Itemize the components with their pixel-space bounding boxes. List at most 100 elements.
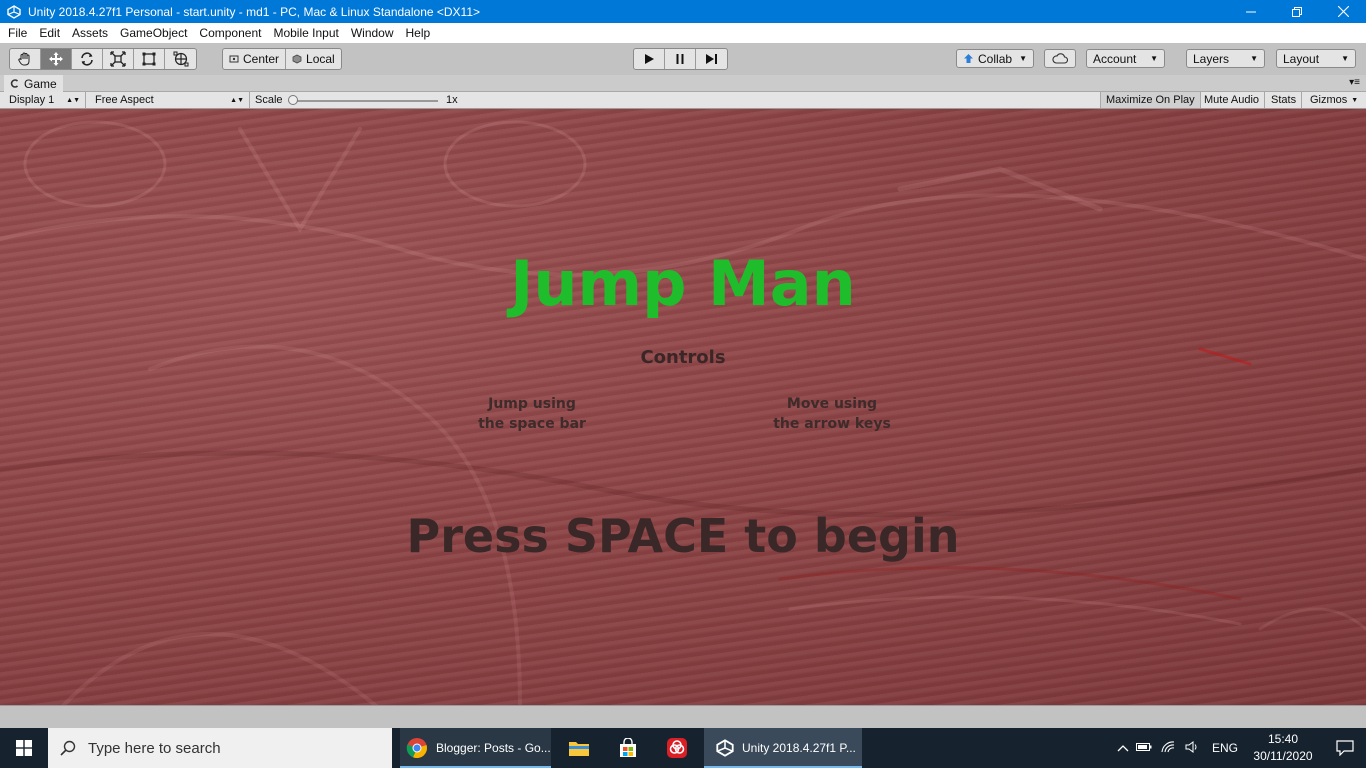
collab-dropdown[interactable]: Collab ▼	[956, 49, 1034, 68]
status-bar	[0, 705, 1366, 728]
menu-gameobject[interactable]: GameObject	[114, 23, 193, 43]
transform-combined-icon	[173, 51, 188, 67]
aspect-label: Free Aspect	[95, 94, 154, 106]
tab-menu-icon[interactable]: ▾≡	[1349, 77, 1360, 88]
maximize-on-play-label: Maximize On Play	[1106, 94, 1195, 106]
account-dropdown[interactable]: Account ▼	[1086, 49, 1165, 68]
store-bag-icon	[620, 738, 636, 757]
battery-icon[interactable]	[1132, 741, 1156, 755]
game-view-toolbar: Display 1 ▲▼ Free Aspect ▲▼ Scale 1x Max…	[0, 92, 1366, 109]
unity-logo-icon	[6, 4, 22, 20]
taskbar-search-box[interactable]: Type here to search	[48, 728, 392, 768]
chevron-down-icon: ▼	[1351, 96, 1359, 104]
layout-label: Layout	[1283, 51, 1320, 66]
background-texture-image	[0, 120, 1366, 705]
taskbar-app-creative-cloud[interactable]	[654, 728, 700, 768]
start-button[interactable]	[0, 728, 48, 768]
move-tool-button[interactable]	[41, 49, 72, 69]
game-view-icon	[10, 79, 19, 88]
close-button[interactable]	[1320, 0, 1366, 23]
jump-hint: Jump using the space bar	[462, 394, 602, 434]
pivot-center-icon	[229, 55, 239, 63]
menu-mobile-input[interactable]: Mobile Input	[267, 23, 344, 43]
window-controls	[1228, 0, 1366, 23]
gizmos-label: Gizmos	[1310, 94, 1348, 106]
layers-dropdown[interactable]: Layers ▼	[1186, 49, 1265, 68]
menu-window[interactable]: Window	[345, 23, 400, 43]
scale-slider-handle[interactable]	[288, 95, 298, 105]
chevron-up-icon[interactable]	[1114, 741, 1132, 755]
cloud-icon	[1052, 53, 1068, 64]
account-label: Account	[1093, 51, 1137, 66]
taskbar-app-unity[interactable]: Unity 2018.4.27f1 P...	[704, 728, 862, 768]
transform-tool-button[interactable]	[165, 49, 196, 69]
playback-controls	[633, 48, 728, 70]
menu-edit[interactable]: Edit	[33, 23, 66, 43]
local-cube-icon	[292, 54, 302, 64]
scale-tool-button[interactable]	[103, 49, 134, 69]
restore-icon	[1292, 6, 1302, 17]
layers-label: Layers	[1193, 51, 1230, 66]
display-label: Display 1	[9, 94, 55, 106]
stats-label: Stats	[1271, 94, 1297, 106]
updown-arrow-icon: ▲▼	[66, 96, 80, 104]
tab-game[interactable]: Game	[4, 75, 63, 92]
restore-button[interactable]	[1274, 0, 1320, 23]
controls-heading: Controls	[640, 347, 726, 368]
windows-taskbar: Type here to search Blogger: Posts - Go.…	[0, 728, 1366, 768]
pivot-center-button[interactable]: Center	[223, 49, 287, 69]
hand-tool-button[interactable]	[10, 49, 41, 69]
menu-help[interactable]: Help	[400, 23, 437, 43]
gizmos-dropdown[interactable]: Gizmos ▼	[1305, 92, 1362, 108]
language-indicator[interactable]: ENG	[1212, 741, 1238, 755]
rotate-tool-button[interactable]	[72, 49, 103, 69]
mute-audio-toggle[interactable]: Mute Audio	[1199, 92, 1266, 108]
pivot-local-button[interactable]: Local	[286, 49, 341, 69]
play-button[interactable]	[634, 49, 665, 69]
cloud-services-button[interactable]	[1044, 49, 1076, 68]
display-dropdown[interactable]: Display 1 ▲▼	[4, 92, 86, 108]
pause-icon	[676, 54, 684, 64]
stats-toggle[interactable]: Stats	[1266, 92, 1303, 108]
play-icon	[645, 54, 654, 64]
maximize-on-play-toggle[interactable]: Maximize On Play	[1100, 92, 1201, 108]
taskbar-app-store[interactable]	[605, 728, 651, 768]
move-hint: Move using the arrow keys	[758, 394, 906, 434]
taskbar-app-chrome[interactable]: Blogger: Posts - Go...	[400, 728, 551, 768]
unity-task-label: Unity 2018.4.27f1 P...	[742, 741, 856, 755]
move-arrows-icon	[49, 52, 63, 66]
updown-arrow-icon: ▲▼	[230, 96, 244, 104]
unity-logo-icon	[716, 739, 734, 757]
layout-dropdown[interactable]: Layout ▼	[1276, 49, 1356, 68]
chevron-down-icon: ▼	[1019, 54, 1027, 63]
pivot-local-label: Local	[306, 52, 335, 66]
chevron-down-icon: ▼	[1341, 54, 1349, 63]
scale-label: Scale	[255, 94, 283, 106]
scale-icon	[110, 51, 126, 67]
taskbar-app-file-explorer[interactable]	[556, 728, 602, 768]
minimize-icon	[1246, 11, 1256, 12]
creative-cloud-icon	[667, 738, 687, 758]
menu-file[interactable]: File	[2, 23, 33, 43]
move-hint-line1: Move using	[786, 396, 878, 412]
action-center-button[interactable]	[1336, 740, 1354, 759]
aspect-dropdown[interactable]: Free Aspect ▲▼	[90, 92, 250, 108]
taskbar-clock[interactable]: 15:40 30/11/2020	[1246, 731, 1320, 765]
pause-button[interactable]	[665, 49, 696, 69]
menu-assets[interactable]: Assets	[66, 23, 114, 43]
menu-component[interactable]: Component	[193, 23, 267, 43]
rect-tool-button[interactable]	[134, 49, 165, 69]
step-button[interactable]	[696, 49, 727, 69]
jump-hint-line2: the space bar	[478, 416, 586, 432]
wifi-icon[interactable]	[1156, 740, 1180, 756]
volume-icon[interactable]	[1180, 740, 1204, 756]
collab-label: Collab	[978, 51, 1013, 66]
transform-tools	[9, 48, 197, 70]
pivot-toggle-group: Center Local	[222, 48, 342, 70]
scale-slider-track[interactable]	[292, 100, 438, 102]
jump-hint-line1: Jump using	[488, 396, 576, 412]
game-view[interactable]: Jump Man Controls Jump using the space b…	[0, 109, 1366, 705]
minimize-button[interactable]	[1228, 0, 1274, 23]
game-tab-bar: Game ▾≡	[0, 75, 1366, 92]
close-icon	[1337, 6, 1349, 17]
